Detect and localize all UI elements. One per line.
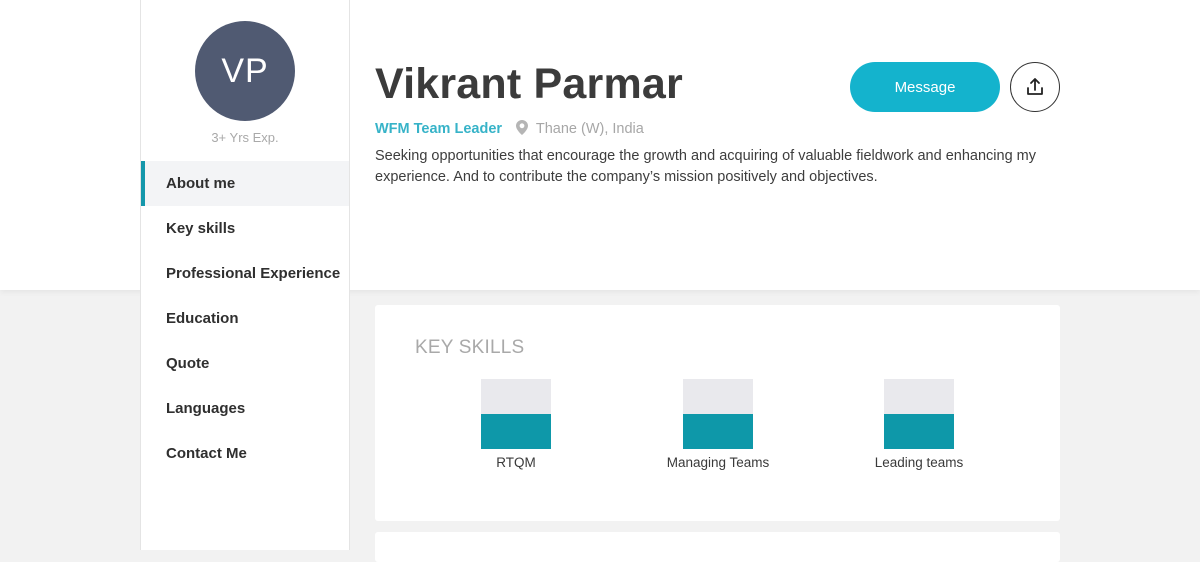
skill-label: Managing Teams bbox=[666, 455, 770, 470]
share-button[interactable] bbox=[1010, 62, 1060, 112]
share-upload-icon bbox=[1025, 77, 1045, 97]
sidebar-item-contact-me[interactable]: Contact Me bbox=[141, 431, 349, 476]
message-button[interactable]: Message bbox=[850, 62, 1000, 112]
skill-item: Leading teams bbox=[849, 379, 989, 470]
skill-level-bar bbox=[884, 379, 954, 449]
sidebar-item-education[interactable]: Education bbox=[141, 296, 349, 341]
profile-role: WFM Team Leader bbox=[375, 121, 503, 137]
sidebar-item-quote[interactable]: Quote bbox=[141, 341, 349, 386]
skill-level-fill bbox=[884, 414, 954, 449]
location-pin-icon bbox=[516, 120, 529, 139]
sidebar-item-professional-experience[interactable]: Professional Experience bbox=[141, 251, 349, 296]
sidebar-item-key-skills[interactable]: Key skills bbox=[141, 206, 349, 251]
skill-item: Managing Teams bbox=[648, 379, 788, 470]
avatar: VP bbox=[195, 21, 295, 121]
skill-label: RTQM bbox=[496, 455, 536, 470]
skill-level-fill bbox=[481, 414, 551, 449]
next-section-card bbox=[375, 532, 1060, 562]
sidebar: VP 3+ Yrs Exp. About me Key skills Profe… bbox=[140, 0, 350, 550]
key-skills-title: KEY SKILLS bbox=[415, 337, 525, 358]
profile-meta: WFM Team Leader Thane (W), India bbox=[375, 120, 644, 139]
skill-level-bar bbox=[683, 379, 753, 449]
profile-location: Thane (W), India bbox=[535, 121, 644, 137]
sidebar-nav: About me Key skills Professional Experie… bbox=[141, 161, 349, 476]
sidebar-item-about-me[interactable]: About me bbox=[141, 161, 349, 206]
skill-level-fill bbox=[683, 414, 753, 449]
experience-label: 3+ Yrs Exp. bbox=[211, 130, 279, 145]
sidebar-item-languages[interactable]: Languages bbox=[141, 386, 349, 431]
skill-label: Leading teams bbox=[874, 455, 964, 470]
key-skills-card: KEY SKILLS RTQM Managing Teams Leading t… bbox=[375, 305, 1060, 521]
skill-item: RTQM bbox=[446, 379, 586, 470]
profile-name: Vikrant Parmar bbox=[375, 60, 683, 108]
profile-summary: Seeking opportunities that encourage the… bbox=[375, 148, 1036, 185]
skill-level-bar bbox=[481, 379, 551, 449]
